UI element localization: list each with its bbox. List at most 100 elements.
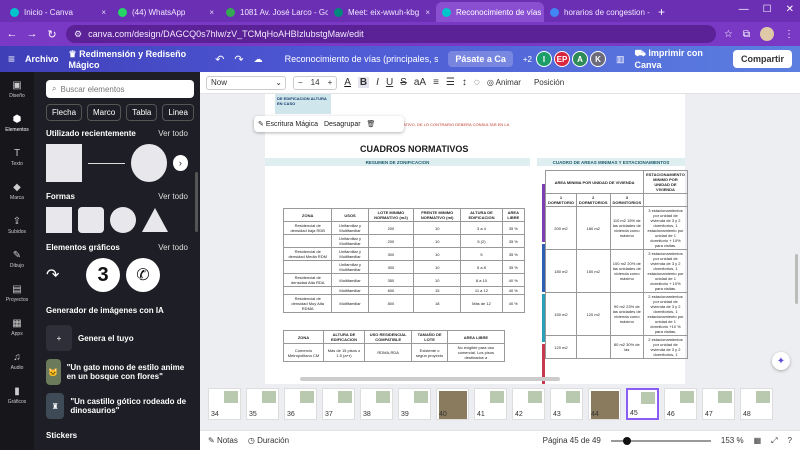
underline-icon[interactable]: U [386, 77, 393, 88]
rail-item[interactable]: ⇪ Subidos [0, 208, 34, 242]
extensions-icon[interactable]: ⧉ [743, 29, 750, 40]
browser-tab[interactable]: Inicio - Canva × [4, 2, 112, 22]
panel-scrollbar[interactable] [195, 172, 198, 232]
page-thumbnail[interactable]: 37 [322, 388, 355, 420]
reload-icon[interactable]: ↻ [46, 28, 58, 41]
design-page[interactable]: DE EDIFICACION ALTURA EN CASO AL NORMATI… [265, 94, 688, 384]
recent-see-all[interactable]: Ver todo [158, 129, 188, 138]
zoom-value[interactable]: 153 % [721, 436, 744, 445]
align-icon[interactable]: ≡ [433, 77, 439, 88]
browser-tab[interactable]: (44) WhatsApp × [112, 2, 220, 22]
chip-marco[interactable]: Marco [87, 104, 122, 121]
close-window-icon[interactable]: ✕ [786, 4, 794, 15]
curved-arrow-graphic[interactable]: ↷ [46, 265, 80, 285]
hamburger-menu-icon[interactable]: ≡ [8, 52, 15, 66]
forms-see-all[interactable]: Ver todo [158, 192, 188, 201]
strikethrough-icon[interactable]: S [400, 77, 407, 88]
page-thumbnail[interactable]: 47 [702, 388, 735, 420]
graphics-see-all[interactable]: Ver todo [158, 243, 188, 252]
page-thumbnail[interactable]: 36 [284, 388, 317, 420]
italic-icon[interactable]: I [376, 77, 379, 88]
page-thumbnail[interactable]: 41 [474, 388, 507, 420]
redo-icon[interactable]: ↷ [234, 53, 243, 66]
area-table[interactable]: AREA MINIMA POR UNIDAD DE VIVIENDA ESTACI… [544, 170, 688, 359]
trash-icon[interactable]: 🗑 [367, 120, 376, 128]
page-thumbnail[interactable]: 46 [664, 388, 697, 420]
rail-item[interactable]: ▤ Proyectos [0, 276, 34, 310]
font-size-stepper[interactable]: −14 + [293, 75, 338, 90]
text-color-icon[interactable]: A [344, 77, 351, 88]
rail-item[interactable]: ▮ Gráficos [0, 378, 34, 412]
recent-square[interactable] [46, 144, 83, 182]
chip-flecha[interactable]: Flecha [46, 104, 83, 121]
page-thumbnail[interactable]: 42 [512, 388, 545, 420]
duration-button[interactable]: ◷ Duración [248, 436, 289, 445]
canvas-scrollbar[interactable] [795, 254, 798, 304]
page-thumbnail[interactable]: 43 [550, 388, 583, 420]
lower-zone-table[interactable]: ZONA ALTURA DE EDIFICACION USO RESIDENCIAL… [283, 330, 506, 362]
list-icon[interactable]: ☰ [446, 77, 455, 88]
decrease-icon[interactable]: − [294, 78, 307, 87]
collaborators[interactable]: +2 I EP A K [523, 51, 606, 67]
shape-triangle[interactable] [142, 208, 168, 232]
effects-icon[interactable]: ◌ [474, 77, 480, 88]
fullscreen-icon[interactable]: ⤢ [771, 436, 777, 446]
number-three-graphic[interactable]: 3 [86, 258, 120, 292]
undo-icon[interactable]: ↶ [215, 53, 224, 66]
browser-tab[interactable]: Meet: eix-wwuh-kbg × [328, 2, 436, 22]
collaborator-avatar[interactable]: A [571, 51, 588, 67]
minimize-icon[interactable]: — [739, 4, 749, 15]
letter-case-icon[interactable]: aA [414, 77, 426, 88]
zoom-slider-knob[interactable] [622, 436, 631, 445]
animate-button[interactable]: ◎ Animar [487, 78, 521, 87]
analytics-icon[interactable]: ▥ [616, 54, 625, 65]
prompt-suggestion-1[interactable]: 🐱 "Un gato mono de estilo anime en un bo… [34, 355, 200, 389]
site-info-icon[interactable]: ⚙ [74, 29, 82, 40]
phone-graphic[interactable]: ✆ [126, 258, 160, 292]
page-thumbnail[interactable]: 39 [398, 388, 431, 420]
upgrade-button[interactable]: Pásate a Ca [448, 51, 513, 67]
profile-avatar[interactable] [760, 27, 774, 41]
rail-item[interactable]: T Texto [0, 140, 34, 174]
browser-tab[interactable]: horarios de congestion - B× [544, 2, 652, 22]
browser-tab[interactable]: Reconocimiento de vías (p× [436, 2, 544, 22]
recent-next[interactable]: › [172, 155, 189, 171]
collaborator-avatar[interactable]: EP [553, 51, 570, 67]
rail-item[interactable]: ♫ Audio [0, 344, 34, 378]
zoom-slider[interactable] [610, 436, 711, 445]
new-tab-icon[interactable]: + [652, 5, 671, 22]
generate-own-button[interactable]: + Genera el tuyo [34, 321, 200, 355]
page-thumbnail[interactable]: 40 [436, 388, 469, 420]
page-thumbnail[interactable]: 45 [626, 388, 659, 420]
canvas-horizontal-scrollbar[interactable] [300, 377, 560, 381]
font-select[interactable]: Now ⌄ [206, 75, 286, 90]
bold-icon[interactable]: B [357, 77, 370, 88]
back-icon[interactable]: ← [6, 28, 18, 40]
font-size-value[interactable]: 14 [307, 78, 324, 87]
rail-item[interactable]: ✎ Dibujo [0, 242, 34, 276]
file-menu[interactable]: Archivo [25, 54, 59, 64]
page-thumbnail[interactable]: 44 [588, 388, 621, 420]
chip-linea[interactable]: Linea [162, 104, 194, 121]
recent-line[interactable] [88, 162, 125, 164]
page-indicator[interactable]: Página 45 de 49 [543, 436, 601, 445]
recent-circle[interactable] [130, 144, 167, 182]
browser-tab[interactable]: 1081 Av. José Larco - Goo× [220, 2, 328, 22]
grid-view-icon[interactable]: ▦ [754, 436, 762, 445]
cloud-saved-icon[interactable]: ☁ [254, 54, 263, 65]
ungroup-button[interactable]: Desagrupar [324, 121, 361, 128]
maximize-icon[interactable]: ☐ [763, 4, 772, 15]
browser-menu-icon[interactable]: ⋮ [784, 29, 794, 40]
tab-close-icon[interactable]: × [101, 8, 106, 17]
page-thumbnail[interactable]: 34 [208, 388, 241, 420]
shape-rounded-square[interactable] [78, 207, 104, 233]
page-thumbnail[interactable]: 38 [360, 388, 393, 420]
design-canvas[interactable]: DE EDIFICACION ALTURA EN CASO AL NORMATI… [200, 94, 800, 384]
resize-button[interactable]: ♛ Redimensión y Rediseño Mágico [69, 49, 206, 70]
shape-circle[interactable] [110, 207, 136, 233]
page-thumbnail[interactable]: 35 [246, 388, 279, 420]
forward-icon[interactable]: → [26, 28, 38, 40]
rail-item[interactable]: ◆ Marca [0, 174, 34, 208]
collaborator-avatar[interactable]: I [535, 51, 552, 67]
tab-close-icon[interactable]: × [209, 8, 214, 17]
